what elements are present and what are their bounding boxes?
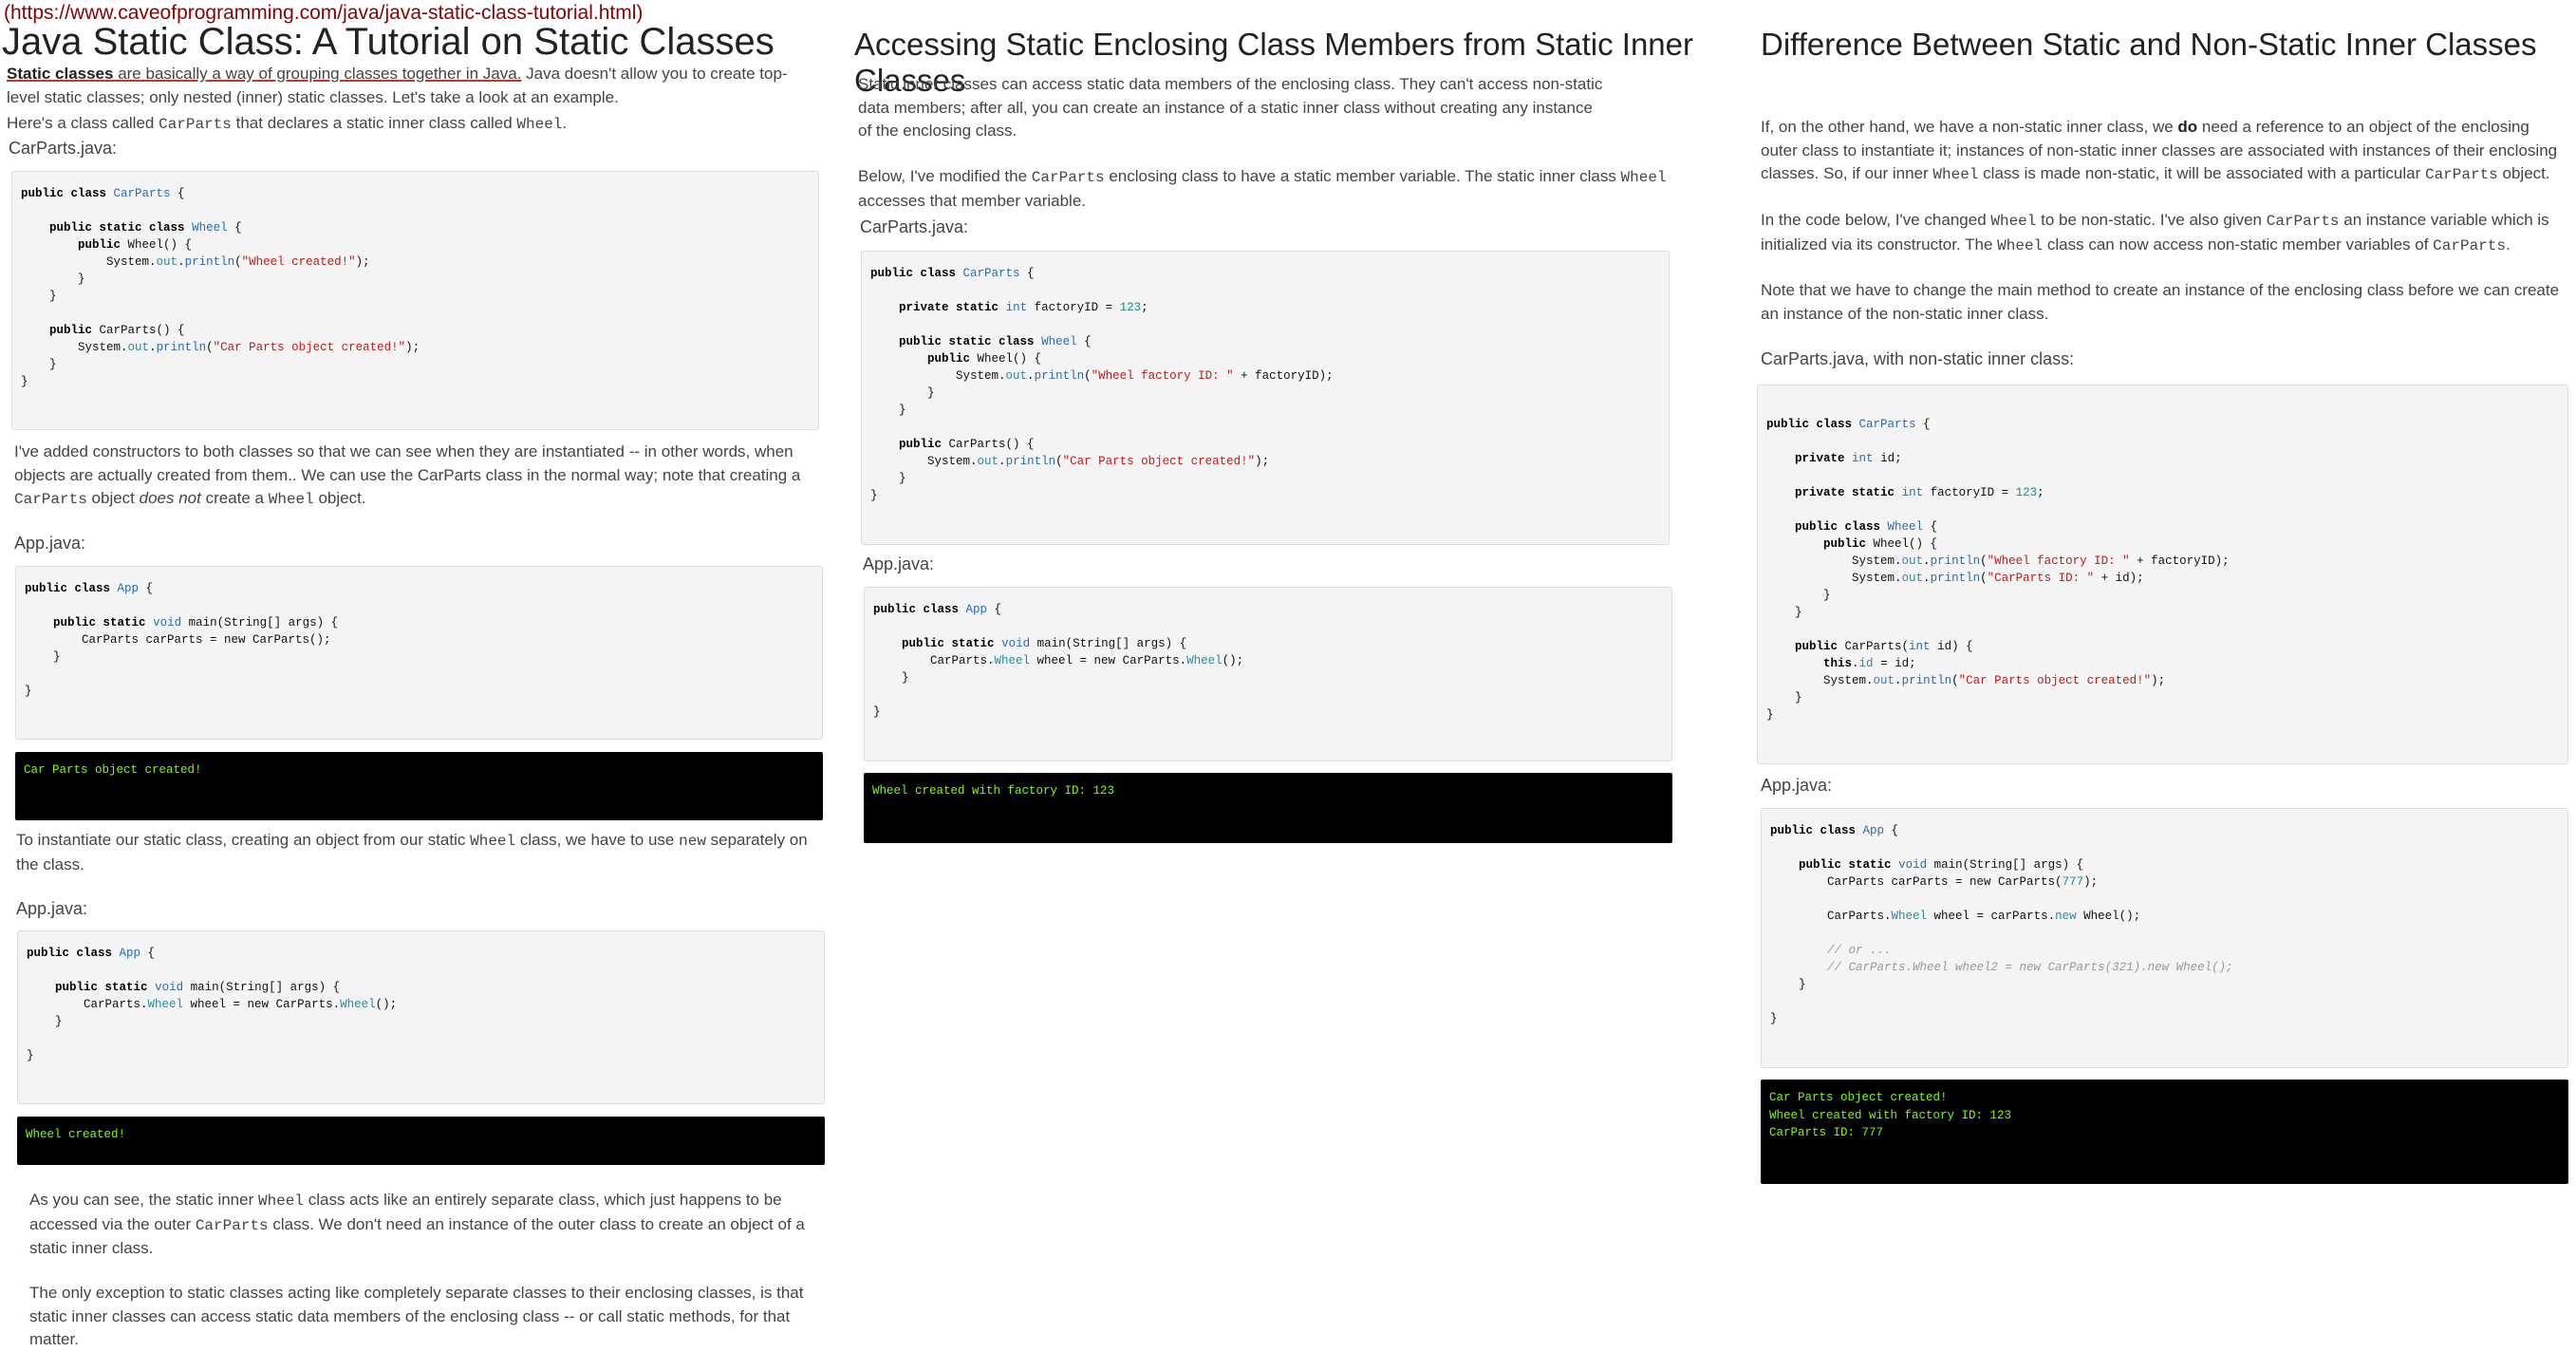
file-label-app-nonstatic: App.java: xyxy=(1761,776,1833,795)
file-label-carparts-nonstatic: CarParts.java, with non-static inner cla… xyxy=(1761,349,2075,368)
console-output-1: Car Parts object created! xyxy=(15,752,823,820)
code-block-app-nonstatic: public class App { public static void ma… xyxy=(1761,808,2568,1068)
console-output-2: Wheel created! xyxy=(17,1117,825,1165)
paragraph-exception: The only exception to static classes act… xyxy=(29,1284,804,1348)
section-title-difference: Difference Between Static and Non-Static… xyxy=(1761,27,2537,62)
paragraph-nonstatic-reference: If, on the other hand, we have a non-sta… xyxy=(1761,118,2558,183)
file-label-carparts: CarParts.java: xyxy=(9,139,118,158)
paragraph-changed-wheel: In the code below, I've changed Wheel to… xyxy=(1761,211,2549,254)
paragraph-constructors: I've added constructors to both classes … xyxy=(14,442,801,508)
static-classes-link[interactable]: Static classes are basically a way of gr… xyxy=(7,65,521,83)
file-label-app-1: App.java: xyxy=(14,534,86,553)
intro-paragraph: Static classes are basically a way of gr… xyxy=(7,65,788,106)
code-block-carparts-nonstatic: public class CarParts { private int id; … xyxy=(1757,385,2568,764)
file-label-carparts-static: CarParts.java: xyxy=(860,217,969,236)
page-title: Java Static Class: A Tutorial on Static … xyxy=(2,21,775,63)
console-output-static: Wheel created with factory ID: 123 xyxy=(864,773,1672,843)
paragraph-modified-carparts: Below, I've modified the CarParts enclos… xyxy=(858,167,1667,210)
paragraph-separate-class: As you can see, the static inner Wheel c… xyxy=(29,1191,805,1257)
code-block-app-2: public class App { public static void ma… xyxy=(17,930,825,1104)
file-label-app-static: App.java: xyxy=(863,554,935,573)
paragraph-instantiate-static: To instantiate our static class, creatin… xyxy=(16,831,808,873)
code-block-carparts-static: public class CarParts { private static i… xyxy=(861,251,1670,545)
code-block-carparts: public class CarParts { public static cl… xyxy=(11,171,819,430)
code-block-app-1: public class App { public static void ma… xyxy=(15,566,823,740)
code-block-app-static: public class App { public static void ma… xyxy=(864,587,1672,761)
paragraph-example-intro: Here's a class called CarParts that decl… xyxy=(7,114,568,133)
paragraph-main-method: Note that we have to change the main met… xyxy=(1761,281,2560,323)
paragraph-static-access: Static inner classes can access static d… xyxy=(858,75,1603,140)
file-label-app-2: App.java: xyxy=(16,899,88,918)
console-output-nonstatic: Car Parts object created! Wheel created … xyxy=(1761,1080,2568,1184)
